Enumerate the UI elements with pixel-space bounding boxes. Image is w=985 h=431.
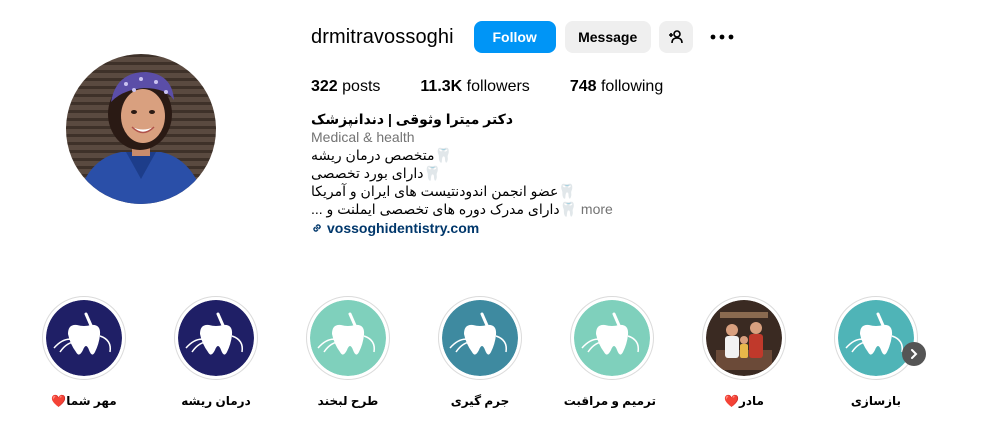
story-highlights: مهر شما❤️ درمان ریشه طرح لبخند جرم گیری … <box>40 296 940 426</box>
tooth-logo-icon <box>46 300 122 376</box>
avatar-image <box>66 54 216 204</box>
heart-icon: ❤️ <box>51 394 67 408</box>
more-options-button[interactable] <box>705 21 739 53</box>
bio-line: 🦷دارای مدرک دوره های تخصصی ایملنت و ... <box>311 201 578 217</box>
highlight-cover <box>306 296 390 380</box>
bio-line: 🦷متخصص درمان ریشه <box>311 147 452 163</box>
profile-avatar[interactable] <box>66 54 216 204</box>
following-count: 748 <box>569 78 597 95</box>
tooth-logo-icon <box>574 300 650 376</box>
message-button[interactable]: Message <box>564 21 651 53</box>
highlight-item[interactable]: طرح لبخند <box>304 296 392 408</box>
posts-label: posts <box>342 78 381 95</box>
highlight-label: مادر❤️ <box>700 394 788 408</box>
bio-line: 🦷دارای بورد تخصصی <box>311 165 441 181</box>
followers-label: followers <box>466 78 530 95</box>
highlight-label: ترمیم و مراقبت <box>564 394 656 408</box>
following-stat[interactable]: 748 following <box>570 78 663 96</box>
tooth-logo-icon <box>838 300 914 376</box>
highlight-item[interactable]: مهر شما❤️ <box>40 296 128 408</box>
follow-button[interactable]: Follow <box>473 21 556 53</box>
followers-count: 11.3K <box>420 78 463 95</box>
tooth-logo-icon <box>178 300 254 376</box>
more-options-icon <box>710 34 734 40</box>
highlight-label: جرم گیری <box>436 394 524 408</box>
highlight-title: مادر <box>738 394 764 408</box>
highlight-title: مهر شما <box>66 394 117 408</box>
following-label: following <box>600 78 664 95</box>
add-user-icon <box>668 30 683 44</box>
highlight-label: بازسازی <box>832 394 920 408</box>
highlight-title: طرح لبخند <box>317 394 379 408</box>
highlight-cover <box>834 296 918 380</box>
profile-stats: 322 posts 11.3K followers 748 following <box>311 76 951 98</box>
highlight-item[interactable]: درمان ریشه <box>172 296 260 408</box>
bio-website-text: vossoghidentistry.com <box>327 220 480 236</box>
highlight-cover <box>42 296 126 380</box>
profile-info: drmitravossoghi Follow Message 322 posts… <box>311 20 951 237</box>
bio-full-name: دکتر میترا وثوقی | دندانپزشک <box>311 111 514 127</box>
profile-username: drmitravossoghi <box>311 25 454 48</box>
bio-line: 🦷عضو انجمن اندودنتیست های ایران و آمریکا <box>311 183 576 199</box>
highlight-item[interactable]: جرم گیری <box>436 296 524 408</box>
suggest-users-button[interactable] <box>658 21 693 53</box>
heart-icon: ❤️ <box>724 394 739 408</box>
highlight-title: ترمیم و مراقبت <box>563 394 656 408</box>
profile-header-row: drmitravossoghi Follow Message <box>311 20 951 54</box>
bio-website-link[interactable]: vossoghidentistry.com <box>311 219 951 237</box>
highlight-title: جرم گیری <box>450 394 510 408</box>
highlights-next-button[interactable] <box>902 342 926 366</box>
highlight-item[interactable]: مادر❤️ <box>700 296 788 408</box>
family-photo-icon <box>706 300 782 376</box>
highlight-label: طرح لبخند <box>304 394 392 408</box>
posts-count: 322 <box>311 78 338 95</box>
posts-stat: 322 posts <box>311 78 380 96</box>
tooth-logo-icon <box>442 300 518 376</box>
bio-last-line: 🦷دارای مدرک دوره های تخصصی ایملنت و ... … <box>311 200 951 218</box>
highlight-title: بازسازی <box>850 394 902 408</box>
highlight-cover <box>174 296 258 380</box>
highlight-cover <box>702 296 786 380</box>
tooth-logo-icon <box>310 300 386 376</box>
chevron-right-icon <box>911 349 918 359</box>
profile-bio: دکتر میترا وثوقی | دندانپزشک Medical & h… <box>311 110 951 237</box>
bio-category: Medical & health <box>311 129 415 145</box>
followers-stat[interactable]: 11.3K followers <box>420 78 529 96</box>
highlight-cover <box>570 296 654 380</box>
highlight-label: درمان ریشه <box>172 394 260 408</box>
highlight-item[interactable]: ترمیم و مراقبت <box>564 296 656 408</box>
link-icon <box>313 224 321 232</box>
highlight-title: درمان ریشه <box>181 394 251 408</box>
highlight-cover <box>438 296 522 380</box>
highlight-label: مهر شما❤️ <box>40 394 128 408</box>
bio-more-link[interactable]: more <box>581 201 613 217</box>
